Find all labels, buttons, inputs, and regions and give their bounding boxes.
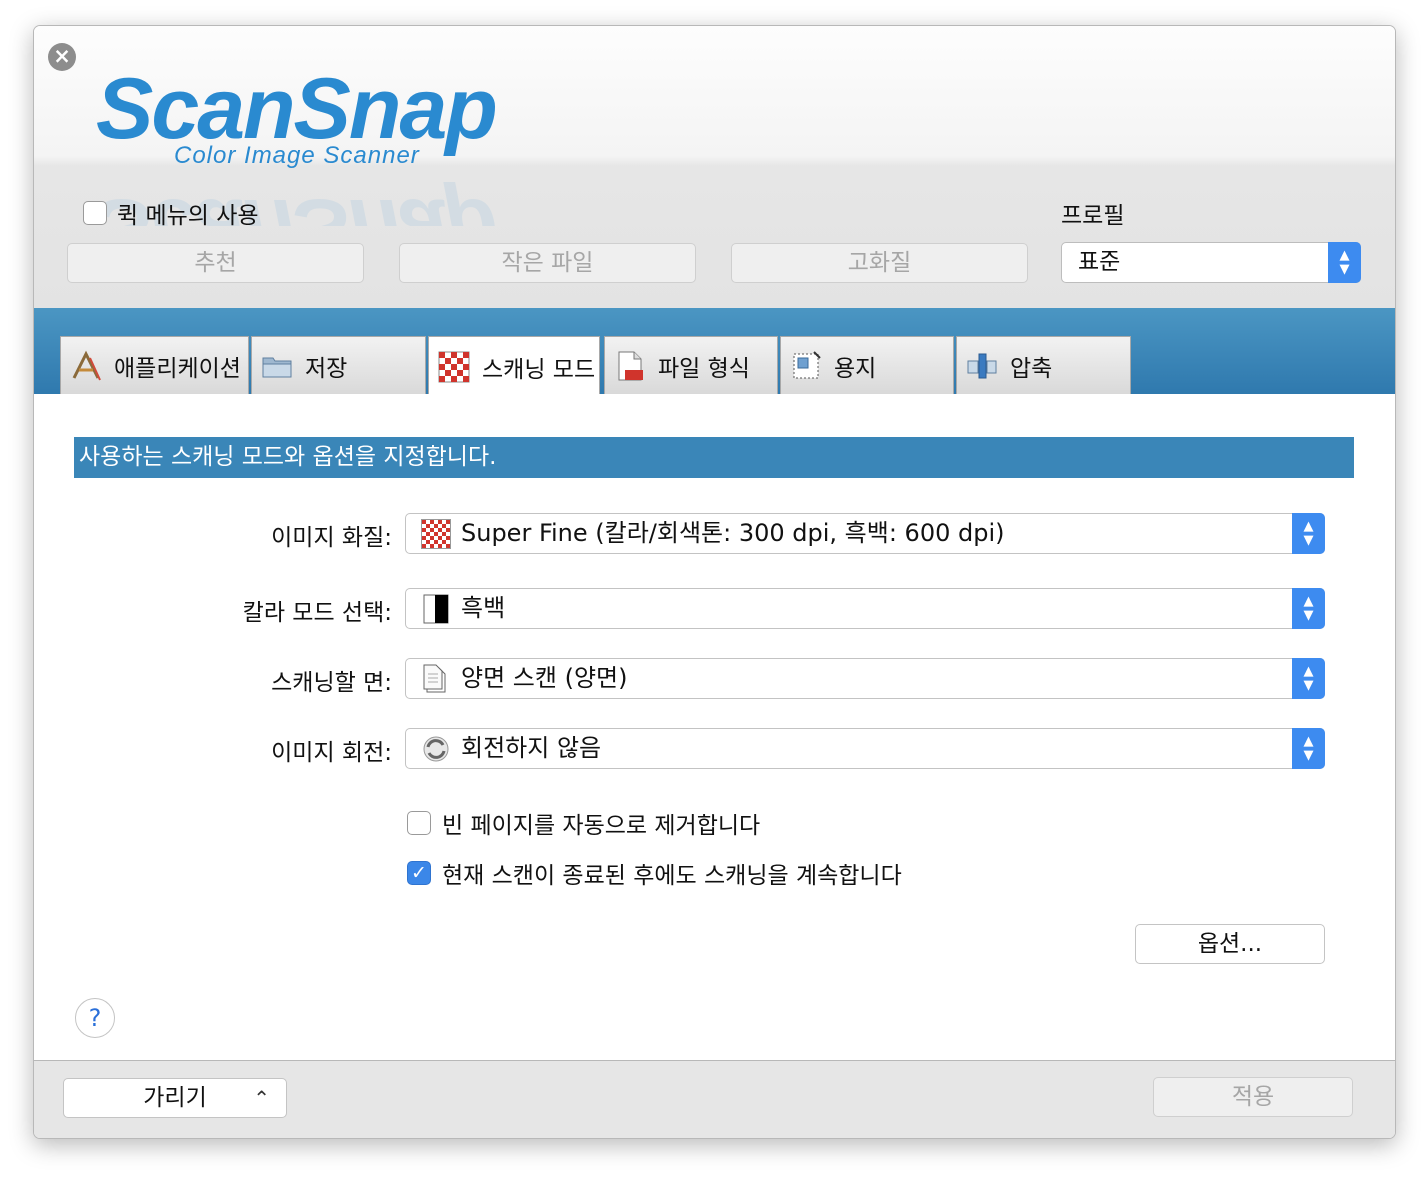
help-button[interactable]: ? <box>75 998 115 1038</box>
color-mode-label: 칼라 모드 선택: <box>242 600 392 626</box>
chevron-up-icon: ▲ <box>1303 593 1314 609</box>
image-rotation-value: 회전하지 않음 <box>461 734 602 762</box>
tab-label: 파일 형식 <box>658 355 750 382</box>
chevron-down-icon: ▼ <box>1303 532 1314 548</box>
quick-menu-label: 퀵 메뉴의 사용 <box>117 203 259 229</box>
help-icon: ? <box>88 1004 102 1032</box>
chevron-up-icon: ▲ <box>1303 518 1314 534</box>
tab-paper[interactable]: 용지 <box>780 336 954 394</box>
chevron-down-icon: ▼ <box>1303 677 1314 693</box>
quick-menu-checkbox[interactable] <box>83 201 107 225</box>
image-rotation-label: 이미지 회전: <box>271 740 392 766</box>
preset-small-file-button[interactable]: 작은 파일 <box>399 243 696 283</box>
tab-application[interactable]: 애플리케이션 <box>60 336 249 394</box>
color-mode-select[interactable]: 흑백 ▲ ▼ <box>405 588 1325 629</box>
scan-side-label: 스캐닝할 면: <box>271 670 392 696</box>
image-quality-icon <box>421 518 451 549</box>
options-button[interactable]: 옵션... <box>1135 924 1325 964</box>
image-quality-select[interactable]: Super Fine (칼라/회색톤: 300 dpi, 흑백: 600 dpi… <box>405 513 1325 554</box>
image-rotation-stepper[interactable]: ▲ ▼ <box>1292 728 1325 769</box>
tab-label: 애플리케이션 <box>114 355 241 382</box>
logo-subtitle: Color Image Scanner <box>174 142 420 169</box>
file-format-icon <box>618 351 643 380</box>
tab-compression[interactable]: 압축 <box>956 336 1131 394</box>
image-quality-stepper[interactable]: ▲ ▼ <box>1292 513 1325 554</box>
quick-menu-option[interactable]: 퀵 메뉴의 사용 <box>83 196 259 230</box>
profile-value: 표준 <box>1078 249 1121 275</box>
rotate-icon <box>423 736 449 761</box>
tab-save[interactable]: 저장 <box>251 336 426 394</box>
chevron-down-icon: ▼ <box>1303 747 1314 763</box>
chevron-down-icon: ▼ <box>1339 261 1350 277</box>
chevron-up-icon: ▲ <box>1303 663 1314 679</box>
image-quality-value: Super Fine (칼라/회색톤: 300 dpi, 흑백: 600 dpi… <box>461 519 1005 547</box>
color-mode-value: 흑백 <box>461 594 506 622</box>
preset-recommended-button[interactable]: 추천 <box>67 243 364 283</box>
paper-icon <box>793 350 821 378</box>
tab-bar: 애플리케이션 저장 스캐닝 모드 파일 형식 용지 압축 <box>34 308 1395 396</box>
scansnap-settings-window: × ScanSnap Color Image Scanner ScanSnap … <box>33 25 1396 1139</box>
footer-bar: 가리기 ⌃ 적용 <box>34 1060 1395 1138</box>
header-area: × ScanSnap Color Image Scanner ScanSnap … <box>34 26 1395 308</box>
chevron-up-icon: ⌃ <box>253 1086 270 1110</box>
image-quality-label: 이미지 화질: <box>271 525 392 551</box>
compression-icon <box>967 353 997 378</box>
tab-scan-mode[interactable]: 스캐닝 모드 <box>428 336 600 396</box>
tab-label: 저장 <box>305 355 348 382</box>
black-white-icon <box>423 594 449 623</box>
scan-side-select[interactable]: 양면 스캔 (양면) ▲ ▼ <box>405 658 1325 699</box>
scan-mode-panel: 사용하는 스캐닝 모드와 옵션을 지정합니다. 이미지 화질: Super Fi… <box>34 394 1395 1060</box>
checkmark-icon: ✓ <box>411 862 427 884</box>
profile-stepper[interactable]: ▲ ▼ <box>1328 242 1361 283</box>
folder-icon <box>262 357 292 377</box>
continue-scanning-option[interactable]: ✓ 현재 스캔이 종료된 후에도 스캐닝을 계속합니다 <box>407 856 902 890</box>
color-mode-stepper[interactable]: ▲ ▼ <box>1292 588 1325 629</box>
hide-button[interactable]: 가리기 ⌃ <box>63 1078 287 1118</box>
profile-select[interactable]: 표준 ▲ ▼ <box>1061 242 1361 283</box>
duplex-page-icon <box>423 664 446 692</box>
application-icon <box>72 350 101 380</box>
close-button[interactable]: × <box>48 43 76 71</box>
continue-scanning-checkbox[interactable]: ✓ <box>407 861 431 885</box>
continue-scanning-label: 현재 스캔이 종료된 후에도 스캐닝을 계속합니다 <box>442 863 902 889</box>
image-rotation-select[interactable]: 회전하지 않음 ▲ ▼ <box>405 728 1325 769</box>
tab-label: 용지 <box>834 355 877 382</box>
tab-label: 스캐닝 모드 <box>482 356 596 383</box>
section-banner: 사용하는 스캐닝 모드와 옵션을 지정합니다. <box>74 437 1354 478</box>
tab-file-format[interactable]: 파일 형식 <box>604 336 778 394</box>
profile-label: 프로필 <box>1061 203 1125 229</box>
remove-blank-pages-option[interactable]: 빈 페이지를 자동으로 제거합니다 <box>407 806 760 840</box>
close-icon: × <box>53 44 71 68</box>
scan-side-value: 양면 스캔 (양면) <box>461 664 628 692</box>
hide-button-label: 가리기 <box>143 1085 207 1111</box>
tab-label: 압축 <box>1010 355 1053 382</box>
preset-high-quality-button[interactable]: 고화질 <box>731 243 1028 283</box>
chevron-down-icon: ▼ <box>1303 607 1314 623</box>
chevron-up-icon: ▲ <box>1339 247 1350 263</box>
scan-side-stepper[interactable]: ▲ ▼ <box>1292 658 1325 699</box>
chevron-up-icon: ▲ <box>1303 733 1314 749</box>
remove-blank-pages-label: 빈 페이지를 자동으로 제거합니다 <box>442 813 761 839</box>
remove-blank-pages-checkbox[interactable] <box>407 811 431 835</box>
scan-mode-icon <box>438 351 470 382</box>
apply-button[interactable]: 적용 <box>1153 1077 1353 1117</box>
